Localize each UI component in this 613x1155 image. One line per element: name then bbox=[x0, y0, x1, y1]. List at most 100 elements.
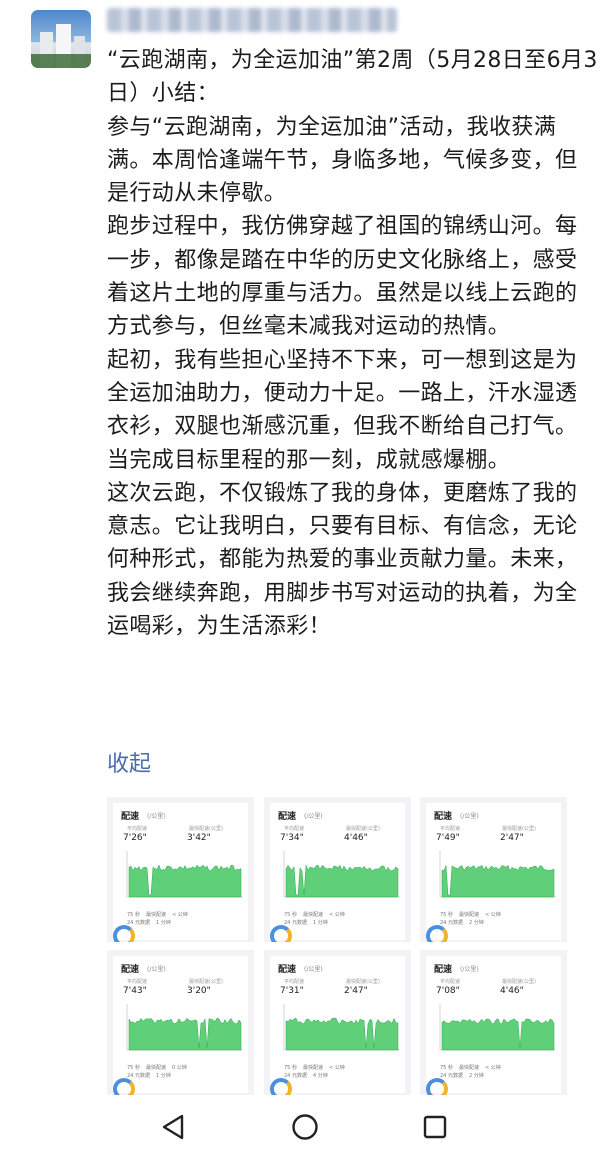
pace-area bbox=[128, 864, 242, 898]
legend-item: 24 元数据 bbox=[284, 920, 307, 926]
pace-screenshot-thumbnail[interactable]: 配速 (/公里) 平均配速 最快配速(公里) 7'31" 2'47" 75 秒最快配速 < 公… bbox=[264, 950, 411, 1095]
legend-item: 最快配速 bbox=[145, 912, 166, 918]
recents-square-icon[interactable] bbox=[420, 1112, 450, 1142]
donut-chart-icon bbox=[113, 1078, 135, 1095]
avg-pace-label: 平均配速 bbox=[284, 979, 305, 985]
legend-item: 最快配速 bbox=[458, 912, 479, 918]
avg-pace-value: 7'43" bbox=[123, 986, 147, 996]
legend-item: 4 分钟 bbox=[312, 1073, 328, 1079]
avatar[interactable] bbox=[31, 10, 91, 68]
avg-pace-value: 7'08" bbox=[436, 986, 460, 996]
pace-chart bbox=[283, 851, 400, 898]
legend-item: 24 元数据 bbox=[127, 920, 150, 926]
post-body: “云跑湖南，为全运加油”第2周（5月28日至6月3日）小结： 参与“云跑湖南，为… bbox=[107, 44, 599, 643]
legend-item: 最快配速 bbox=[458, 1065, 479, 1071]
pace-unit: (/公里) bbox=[304, 813, 323, 820]
best-pace-label: 最快配速(公里) bbox=[346, 979, 380, 985]
post-paragraph: 起初，我有些担心坚持不下来，可一想到这是为全运加油助力，便动力十足。一路上，汗水… bbox=[107, 347, 578, 473]
best-pace-label: 最快配速(公里) bbox=[346, 826, 380, 832]
legend-item: 75 秒 bbox=[284, 912, 297, 918]
pace-title: 配速 bbox=[278, 965, 297, 975]
avg-pace-label: 平均配速 bbox=[127, 979, 148, 985]
best-pace-label: 最快配速(公里) bbox=[189, 979, 223, 985]
avg-pace-value: 7'26" bbox=[123, 833, 147, 843]
pace-screenshot-thumbnail[interactable]: 配速 (/公里) 平均配速 最快配速(公里) 7'43" 3'20" 75 秒最快配速 0 公… bbox=[107, 950, 254, 1095]
best-pace-value: 3'42" bbox=[187, 833, 211, 843]
best-pace-value: 4'46" bbox=[500, 986, 524, 996]
best-pace-label: 最快配速(公里) bbox=[189, 826, 223, 832]
avatar-trees bbox=[31, 54, 91, 68]
home-circle-icon[interactable] bbox=[290, 1112, 320, 1142]
legend-item: 0 公钟 bbox=[171, 1065, 187, 1071]
legend-item: 2 分钟 bbox=[468, 920, 484, 926]
thumbnail-content: 配速 (/公里) 平均配速 最快配速(公里) 7'34" 4'46" 75 秒最快配速 < 公… bbox=[270, 803, 405, 942]
pace-area bbox=[285, 1017, 399, 1051]
legend-item: 最快配速 bbox=[302, 912, 323, 918]
legend-item: 75 秒 bbox=[127, 912, 140, 918]
legend-item: 75 秒 bbox=[127, 1065, 140, 1071]
thumbnail-content: 配速 (/公里) 平均配速 最快配速(公里) 7'26" 3'42" 75 秒最快配速 < 公… bbox=[113, 803, 248, 942]
legend-item: < 公钟 bbox=[328, 912, 345, 918]
post-paragraph: “云跑湖南，为全运加油”第2周（5月28日至6月3日）小结： bbox=[107, 48, 598, 107]
avg-pace-value: 7'49" bbox=[436, 833, 460, 843]
pace-unit: (/公里) bbox=[147, 966, 166, 973]
username-blurred[interactable] bbox=[107, 8, 397, 32]
chart-legend: 75 秒最快配速 0 公钟 24 元数据 1 分钟 bbox=[127, 1064, 193, 1080]
legend-item: 最快配速 bbox=[145, 1065, 166, 1071]
pace-unit: (/公里) bbox=[304, 966, 323, 973]
legend-item: < 公钟 bbox=[484, 1065, 501, 1071]
pace-screenshot-thumbnail[interactable]: 配速 (/公里) 平均配速 最快配速(公里) 7'26" 3'42" 75 秒最快配速 < 公… bbox=[107, 797, 254, 942]
legend-item: 75 秒 bbox=[284, 1065, 297, 1071]
donut-chart-icon bbox=[426, 1078, 448, 1095]
chart-legend: 75 秒最快配速 < 公钟 24 元数据 2 分钟 bbox=[440, 911, 507, 927]
legend-item: 75 秒 bbox=[440, 912, 453, 918]
pace-chart bbox=[439, 851, 556, 898]
thumbnail-content: 配速 (/公里) 平均配速 最快配速(公里) 7'08" 4'46" 75 秒最快配速 < 公… bbox=[426, 956, 561, 1095]
avg-pace-label: 平均配速 bbox=[127, 826, 148, 832]
donut-chart-icon bbox=[426, 925, 448, 942]
legend-item: < 公钟 bbox=[484, 912, 501, 918]
legend-item: 2 分钟 bbox=[468, 1073, 484, 1079]
chart-legend: 75 秒最快配速 < 公钟 24 元数据 1 分钟 bbox=[127, 911, 194, 927]
collapse-link[interactable]: 收起 bbox=[107, 746, 151, 778]
post-paragraph: 这次云跑，不仅锻炼了我的身体，更磨炼了我的意志。它让我明白，只要有目标、有信念，… bbox=[107, 480, 578, 640]
chart-legend: 75 秒最快配速 < 公钟 24 元数据 4 分钟 bbox=[284, 1064, 351, 1080]
post-paragraph: 跑步过程中，我仿佛穿越了祖国的锦绣山河。每一步，都像是踏在中华的历史文化脉络上，… bbox=[107, 214, 578, 340]
back-triangle-icon[interactable] bbox=[158, 1112, 188, 1142]
pace-chart bbox=[439, 1004, 556, 1051]
best-pace-value: 2'47" bbox=[344, 986, 368, 996]
pace-area bbox=[441, 1018, 555, 1051]
legend-item: 1 分钟 bbox=[312, 920, 328, 926]
pace-title: 配速 bbox=[434, 812, 453, 822]
legend-item: 24 元数据 bbox=[127, 1073, 150, 1079]
thumbnail-content: 配速 (/公里) 平均配速 最快配速(公里) 7'49" 2'47" 75 秒最快配速 < 公… bbox=[426, 803, 561, 942]
best-pace-value: 3'20" bbox=[187, 986, 211, 996]
best-pace-label: 最快配速(公里) bbox=[502, 979, 536, 985]
chart-legend: 75 秒最快配速 < 公钟 24 元数据 1 分钟 bbox=[284, 911, 351, 927]
legend-item: 24 元数据 bbox=[440, 920, 463, 926]
best-pace-value: 4'46" bbox=[344, 833, 368, 843]
pace-title: 配速 bbox=[121, 965, 140, 975]
donut-chart-icon bbox=[270, 925, 292, 942]
image-grid: 配速 (/公里) 平均配速 最快配速(公里) 7'26" 3'42" 75 秒最快配速 < 公… bbox=[107, 797, 567, 1095]
avg-pace-label: 平均配速 bbox=[440, 979, 461, 985]
post-paragraph: 参与“云跑湖南，为全运加油”活动，我收获满满。本周恰逢端午节，身临多地，气候多变… bbox=[107, 114, 578, 207]
pace-screenshot-thumbnail[interactable]: 配速 (/公里) 平均配速 最快配速(公里) 7'34" 4'46" 75 秒最快配速 < 公… bbox=[264, 797, 411, 942]
pace-unit: (/公里) bbox=[460, 966, 479, 973]
donut-chart-icon bbox=[113, 925, 135, 942]
pace-title: 配速 bbox=[278, 812, 297, 822]
pace-area bbox=[128, 1017, 242, 1051]
best-pace-value: 2'47" bbox=[500, 833, 524, 843]
pace-chart bbox=[283, 1004, 400, 1051]
avg-pace-value: 7'34" bbox=[280, 833, 304, 843]
pace-area bbox=[441, 864, 555, 898]
system-nav-bar bbox=[0, 1097, 613, 1155]
legend-item: 75 秒 bbox=[440, 1065, 453, 1071]
pace-unit: (/公里) bbox=[147, 813, 166, 820]
pace-screenshot-thumbnail[interactable]: 配速 (/公里) 平均配速 最快配速(公里) 7'08" 4'46" 75 秒最快配速 < 公… bbox=[420, 950, 567, 1095]
legend-item: < 公钟 bbox=[171, 912, 188, 918]
avg-pace-label: 平均配速 bbox=[440, 826, 461, 832]
pace-title: 配速 bbox=[121, 812, 140, 822]
donut-chart-icon bbox=[270, 1078, 292, 1095]
pace-screenshot-thumbnail[interactable]: 配速 (/公里) 平均配速 最快配速(公里) 7'49" 2'47" 75 秒最快配速 < 公… bbox=[420, 797, 567, 942]
